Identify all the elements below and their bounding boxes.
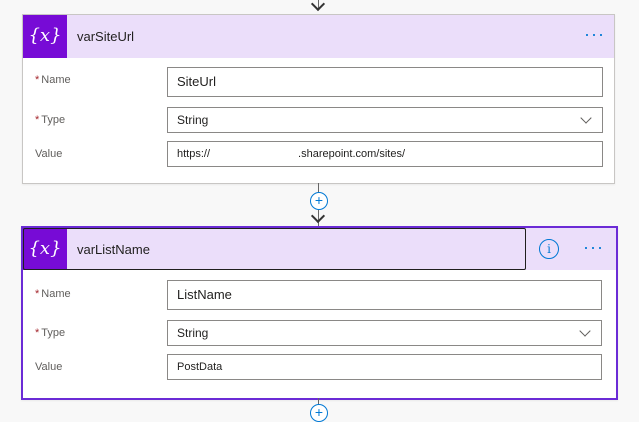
required-marker: * bbox=[35, 327, 40, 339]
action-card-varsiteurl[interactable]: {x} varSiteUrl ··· * Name SiteUrl * Type S… bbox=[22, 14, 615, 184]
chevron-down-icon bbox=[579, 325, 591, 337]
value-middle: .sharepoint.com/sites/ bbox=[298, 148, 406, 160]
type-dropdown-value: String bbox=[177, 113, 209, 127]
more-options-icon[interactable]: ··· bbox=[583, 238, 604, 256]
arrow-down-icon bbox=[310, 0, 326, 12]
value-label: Value bbox=[35, 361, 63, 373]
card-title[interactable]: varListName bbox=[77, 242, 150, 257]
name-input[interactable]: SiteUrl bbox=[167, 67, 603, 97]
more-options-icon[interactable]: ··· bbox=[584, 25, 605, 43]
add-step-icon[interactable]: + bbox=[310, 404, 328, 422]
action-card-varlistname[interactable]: {x} varListName i ··· * Name ListName * Ty… bbox=[21, 226, 618, 400]
add-step-icon[interactable]: + bbox=[310, 192, 328, 210]
value-input[interactable]: PostData bbox=[167, 354, 602, 380]
type-label: * Type bbox=[35, 327, 65, 339]
card-title[interactable]: varSiteUrl bbox=[77, 29, 134, 44]
type-dropdown-value: String bbox=[177, 326, 209, 340]
name-input[interactable]: ListName bbox=[167, 280, 602, 310]
required-marker: * bbox=[35, 114, 40, 126]
value-input[interactable]: https:// .sharepoint.com/sites/ bbox=[167, 141, 603, 167]
chevron-down-icon bbox=[580, 112, 592, 124]
name-label-text: Name bbox=[41, 288, 71, 300]
arrow-down-icon bbox=[310, 208, 326, 224]
type-dropdown[interactable]: String bbox=[167, 107, 603, 133]
type-label-text: Type bbox=[41, 114, 66, 126]
card-header[interactable]: {x} varListName i ··· bbox=[23, 228, 616, 270]
name-label-text: Name bbox=[41, 74, 71, 86]
required-marker: * bbox=[35, 74, 40, 86]
name-label: * Name bbox=[35, 288, 71, 300]
card-header[interactable]: {x} varSiteUrl ··· bbox=[23, 15, 614, 58]
type-label: * Type bbox=[35, 114, 65, 126]
type-dropdown[interactable]: String bbox=[167, 320, 602, 346]
required-marker: * bbox=[35, 288, 40, 300]
redacted-area bbox=[405, 149, 436, 160]
value-label: Value bbox=[35, 148, 63, 160]
name-label: * Name bbox=[35, 74, 71, 86]
variable-icon: {x} bbox=[23, 15, 67, 58]
info-icon[interactable]: i bbox=[539, 239, 559, 259]
redacted-area bbox=[210, 149, 299, 160]
value-prefix: https:// bbox=[177, 148, 211, 160]
type-label-text: Type bbox=[41, 327, 66, 339]
